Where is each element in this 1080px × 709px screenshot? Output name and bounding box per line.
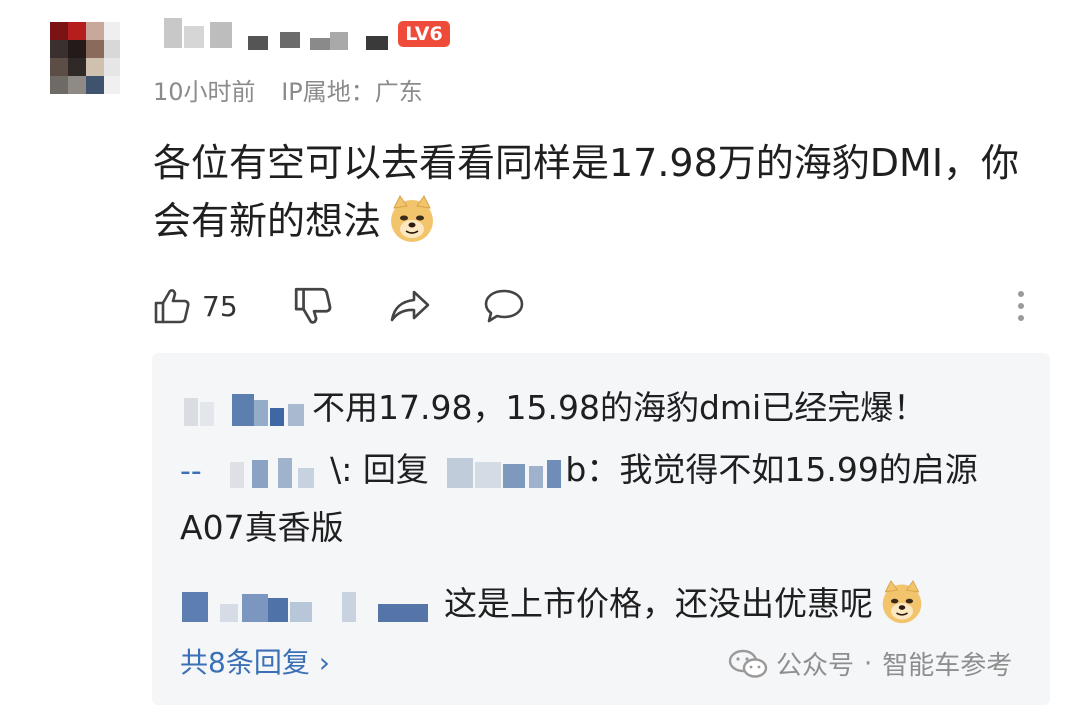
more-vertical-icon bbox=[1018, 291, 1024, 321]
watermark-name: 智能车参考 bbox=[882, 651, 1013, 681]
comment-time: 10小时前 bbox=[153, 78, 256, 106]
watermark-source: 公众号 bbox=[776, 651, 855, 681]
watermark-separator: · bbox=[864, 648, 873, 679]
username-blurred[interactable] bbox=[160, 18, 390, 52]
reply-item[interactable]: 这是上市价格，还没出优惠呢 bbox=[180, 575, 925, 633]
reply2-line2: A07真香版 bbox=[180, 508, 344, 547]
comment-bubble-icon bbox=[484, 289, 524, 323]
level-badge: LV6 bbox=[398, 21, 450, 47]
watermark: 公众号 · 智能车参考 bbox=[728, 645, 1012, 682]
more-options-button[interactable] bbox=[1014, 282, 1028, 330]
reply-dashes: -- bbox=[180, 454, 202, 489]
comment-text-line2-text: 会有新的想法 bbox=[153, 199, 382, 243]
comment-text: 各位有空可以去看看同样是17.98万的海豹DMI，你 会有新的想法 bbox=[153, 134, 1043, 250]
like-button[interactable]: 75 bbox=[152, 282, 238, 330]
dislike-button[interactable] bbox=[292, 282, 334, 330]
view-all-replies-link[interactable]: 共8条回复 › bbox=[180, 643, 330, 683]
thumbs-up-icon bbox=[154, 289, 190, 324]
wechat-logo-icon bbox=[728, 649, 768, 678]
comment-text-line1: 各位有空可以去看看同样是17.98万的海豹DMI，你 bbox=[153, 141, 1020, 185]
like-count: 75 bbox=[202, 289, 238, 323]
reply-item[interactable]: -- \: 回复 b：我觉得不如15.99的启源 bbox=[180, 441, 978, 501]
reply-button[interactable] bbox=[482, 282, 526, 330]
comment-text-line2: 会有新的想法 bbox=[153, 192, 1043, 250]
reply-target-blurred[interactable] bbox=[445, 454, 565, 490]
thumbs-down-icon bbox=[294, 287, 332, 324]
comment-meta: 10小时前 IP属地：广东 bbox=[153, 72, 441, 107]
reply-username-blurred[interactable] bbox=[180, 392, 312, 428]
reply-item[interactable]: 不用17.98，15.98的海豹dmi已经完爆！ bbox=[180, 379, 926, 437]
doge-emoji-icon bbox=[882, 579, 922, 624]
share-icon bbox=[390, 290, 430, 322]
ip-location: IP属地：广东 bbox=[281, 78, 423, 106]
comment-action-bar: 75 bbox=[152, 282, 1042, 330]
share-button[interactable] bbox=[388, 282, 432, 330]
reply-username-blurred[interactable] bbox=[226, 454, 330, 490]
reply-username-blurred[interactable] bbox=[180, 588, 434, 624]
avatar[interactable] bbox=[50, 22, 120, 100]
reply3-text: 这是上市价格，还没出优惠呢 bbox=[444, 584, 873, 623]
doge-emoji-icon bbox=[391, 195, 434, 242]
reply2-colon: \: 回复 bbox=[330, 450, 429, 489]
reply1-text: 不用17.98，15.98的海豹dmi已经完爆！ bbox=[312, 388, 927, 427]
reply2-text: b：我觉得不如15.99的启源 bbox=[565, 450, 978, 489]
